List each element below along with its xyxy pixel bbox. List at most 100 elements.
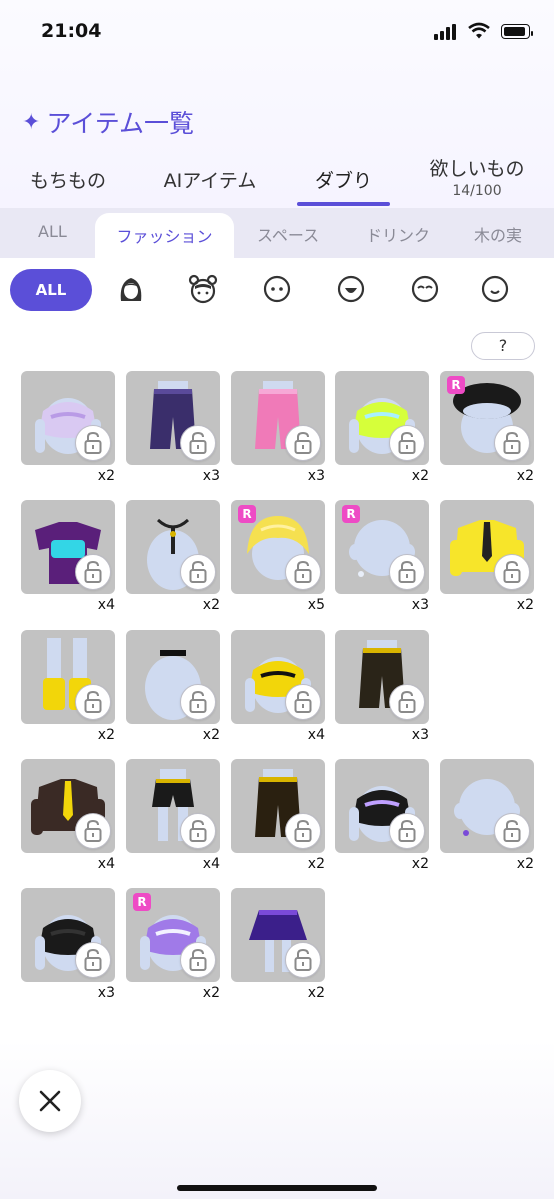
lock-icon[interactable] <box>75 942 111 978</box>
rare-badge: R <box>342 505 360 523</box>
item-count: x3 <box>202 468 220 484</box>
face-icon[interactable] <box>480 274 510 304</box>
item-tile[interactable] <box>126 630 220 724</box>
head-accessory-icon[interactable] <box>188 274 218 304</box>
lock-icon[interactable] <box>494 813 530 849</box>
filter-row: ALL <box>0 258 554 320</box>
item-count: x3 <box>97 985 115 1001</box>
item-tile[interactable] <box>21 371 115 465</box>
tab-label: もちもの <box>29 170 106 192</box>
eyes-icon[interactable] <box>262 274 292 304</box>
category-tab-drink[interactable]: ドリンク <box>366 222 430 246</box>
tab-label: AIアイテム <box>163 170 257 192</box>
item-count: x2 <box>307 856 325 872</box>
item-tile[interactable] <box>231 371 325 465</box>
tab-wishlist[interactable]: 欲しいもの 14/100 <box>420 154 534 199</box>
tab-label: 欲しいもの <box>429 158 525 180</box>
category-tab-fashion[interactable]: ファッション <box>95 213 234 258</box>
sparkle-icon: ✦ <box>22 109 41 135</box>
lock-icon[interactable] <box>494 425 530 461</box>
item-count: x2 <box>516 468 534 484</box>
lock-icon[interactable] <box>75 554 111 590</box>
item-tile[interactable]: R <box>231 500 325 594</box>
item-count: x2 <box>97 727 115 743</box>
lock-icon[interactable] <box>180 942 216 978</box>
item-tile[interactable]: R <box>126 888 220 982</box>
item-tile[interactable] <box>440 759 534 853</box>
item-tile[interactable] <box>335 371 429 465</box>
item-tile[interactable] <box>231 888 325 982</box>
lock-icon[interactable] <box>285 942 321 978</box>
item-count: x2 <box>516 597 534 613</box>
item-tile[interactable] <box>126 371 220 465</box>
lock-icon[interactable] <box>180 684 216 720</box>
page-title-text: アイテム一覧 <box>46 109 194 138</box>
tab-label: ダブり <box>314 170 372 192</box>
lock-icon[interactable] <box>180 554 216 590</box>
lock-icon[interactable] <box>389 813 425 849</box>
home-indicator <box>177 1185 377 1191</box>
item-tile[interactable] <box>335 630 429 724</box>
item-tile[interactable] <box>440 500 534 594</box>
page-title: ✦ アイテム一覧 <box>22 104 194 140</box>
item-count: x2 <box>202 727 220 743</box>
category-tab-all[interactable]: ALL <box>38 222 67 241</box>
category-tab-nuts[interactable]: 木の実 <box>474 222 522 246</box>
tab-duplicates[interactable]: ダブり <box>297 166 390 193</box>
tab-mochimono[interactable]: もちもの <box>28 166 108 193</box>
category-tab-space[interactable]: スペース <box>257 222 319 246</box>
hair-icon[interactable] <box>116 274 146 304</box>
lock-icon[interactable] <box>494 554 530 590</box>
item-count: x2 <box>307 985 325 1001</box>
rare-badge: R <box>238 505 256 523</box>
bottom-fade <box>0 1040 554 1199</box>
item-count: x2 <box>411 856 429 872</box>
item-count: x4 <box>97 597 115 613</box>
lock-icon[interactable] <box>389 425 425 461</box>
wishlist-count: 14/100 <box>452 183 502 199</box>
item-tile[interactable] <box>126 759 220 853</box>
item-tile[interactable] <box>126 500 220 594</box>
mouth-open-icon[interactable] <box>336 274 366 304</box>
item-tile[interactable] <box>231 630 325 724</box>
item-count: x2 <box>516 856 534 872</box>
close-button[interactable] <box>19 1070 81 1132</box>
lock-icon[interactable] <box>389 554 425 590</box>
help-button[interactable]: ? <box>471 332 535 360</box>
item-tile[interactable]: R <box>335 500 429 594</box>
item-count: x4 <box>202 856 220 872</box>
status-time: 21:04 <box>41 20 102 42</box>
item-count: x3 <box>411 727 429 743</box>
item-count: x2 <box>97 468 115 484</box>
lock-icon[interactable] <box>75 813 111 849</box>
main-tabs: もちもの AIアイテム ダブり 欲しいもの 14/100 <box>0 150 554 208</box>
wifi-icon <box>468 22 490 39</box>
item-count: x2 <box>202 597 220 613</box>
lock-icon[interactable] <box>180 813 216 849</box>
eyes-closed-icon[interactable] <box>410 274 440 304</box>
rare-badge: R <box>133 893 151 911</box>
battery-icon <box>501 24 533 39</box>
item-tile[interactable] <box>231 759 325 853</box>
lock-icon[interactable] <box>180 425 216 461</box>
item-tile[interactable] <box>21 759 115 853</box>
lock-icon[interactable] <box>285 425 321 461</box>
filter-all-button[interactable]: ALL <box>10 269 92 311</box>
item-tile[interactable] <box>21 630 115 724</box>
lock-icon[interactable] <box>285 684 321 720</box>
item-count: x2 <box>411 468 429 484</box>
status-icons <box>434 22 533 42</box>
lock-icon[interactable] <box>75 684 111 720</box>
lock-icon[interactable] <box>285 554 321 590</box>
lock-icon[interactable] <box>285 813 321 849</box>
item-tile[interactable]: R <box>440 371 534 465</box>
tab-ai-items[interactable]: AIアイテム <box>153 166 267 193</box>
item-tile[interactable] <box>21 888 115 982</box>
item-count: x5 <box>307 597 325 613</box>
item-tile[interactable] <box>21 500 115 594</box>
close-icon <box>39 1090 61 1112</box>
item-count: x3 <box>411 597 429 613</box>
item-tile[interactable] <box>335 759 429 853</box>
lock-icon[interactable] <box>75 425 111 461</box>
lock-icon[interactable] <box>389 684 425 720</box>
